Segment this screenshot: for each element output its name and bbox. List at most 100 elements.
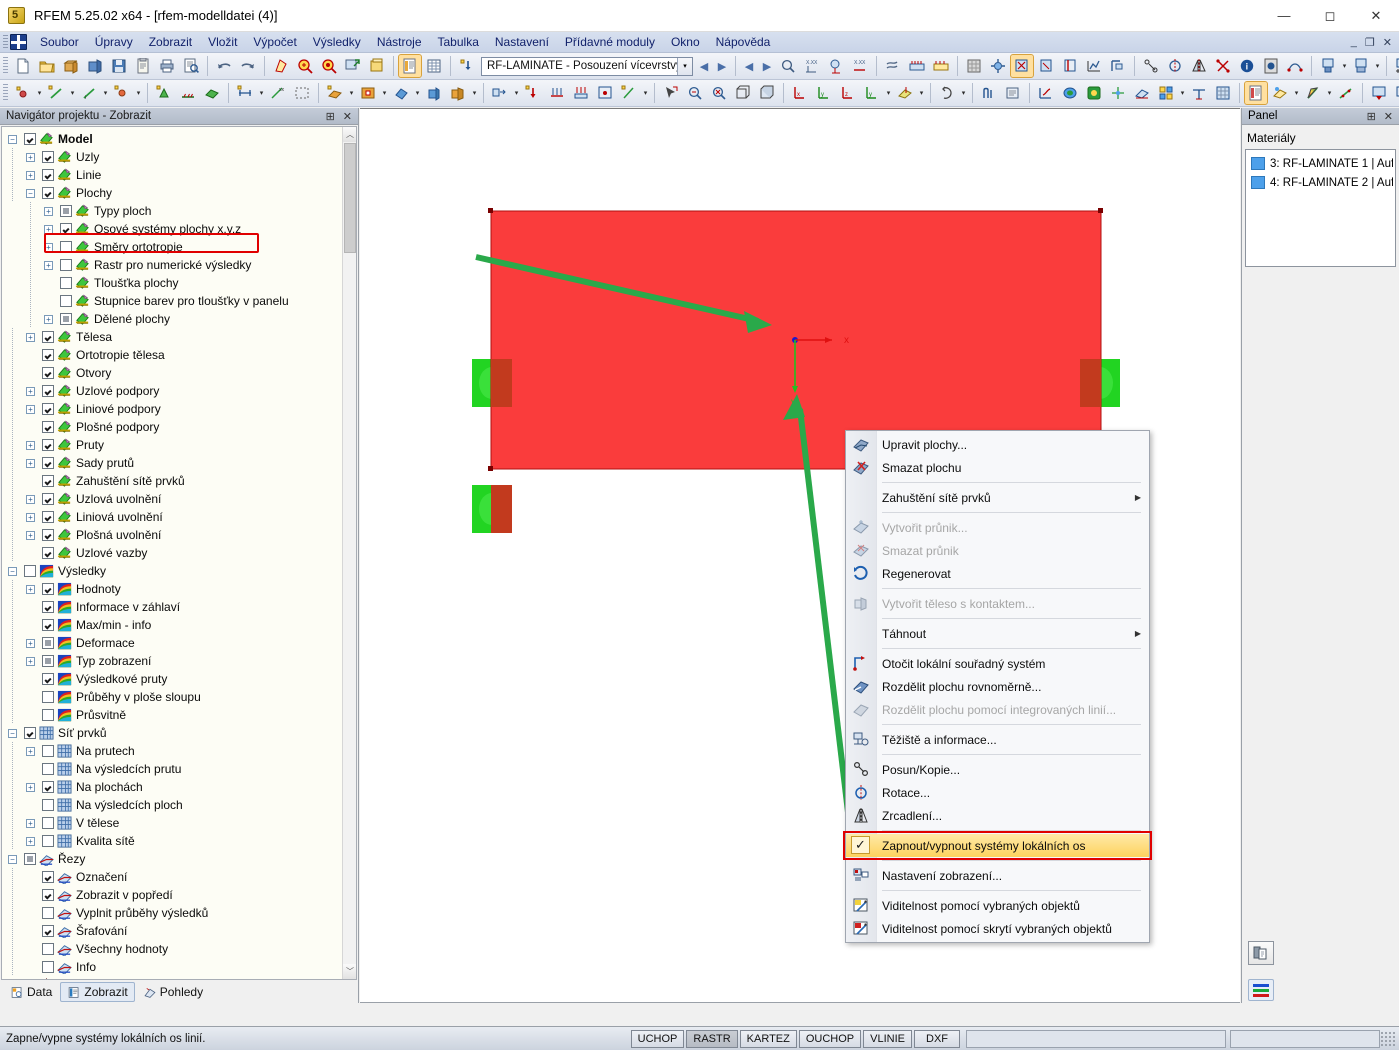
chevron-down-icon[interactable]: ▾: [1178, 84, 1187, 102]
context-menu-item-zahu-t-n-s-t-prvk[interactable]: Zahuštění sítě prvků ▶: [846, 486, 1149, 509]
tree-checkbox[interactable]: [42, 871, 54, 883]
panel-copy-button[interactable]: [1248, 941, 1274, 965]
tree-item-sm-ry-ortotropie[interactable]: + Směry ortotropie: [2, 238, 342, 256]
tree-item-hodnoty[interactable]: + Hodnoty: [2, 580, 342, 598]
tree-expander-expand[interactable]: +: [26, 818, 35, 828]
tree-item-s-prvk[interactable]: − Síť prvků: [2, 724, 342, 742]
context-menu-item-oto-it-lok-ln-sou-adn-syst-m[interactable]: Otočit lokální souřadný systém: [846, 652, 1149, 675]
view-forward-button[interactable]: ▶: [758, 56, 776, 76]
chevron-down-icon[interactable]: ▾: [380, 84, 389, 102]
tree-expander-expand[interactable]: +: [26, 458, 35, 468]
tree-item-v-echny-hodnoty[interactable]: Všechny hodnoty: [2, 940, 342, 958]
tree-item-liniov-podpory[interactable]: + Liniové podpory: [2, 400, 342, 418]
mdi-minimize-button[interactable]: _: [1348, 36, 1360, 49]
tree-item-plochy[interactable]: − Plochy: [2, 184, 342, 202]
minimize-button[interactable]: —: [1261, 0, 1307, 32]
tree-checkbox[interactable]: [42, 889, 54, 901]
connect-lines-icon[interactable]: [1284, 55, 1306, 77]
tree-item-vyplnit-pr-b-hy-v-sledk[interactable]: Vyplnit průběhy výsledků: [2, 904, 342, 922]
menu-soubor[interactable]: Soubor: [32, 33, 87, 51]
save-all-button[interactable]: [132, 55, 154, 77]
tree-checkbox[interactable]: [42, 187, 54, 199]
wireframe-icon[interactable]: [732, 82, 754, 104]
result-value-icon[interactable]: [1188, 82, 1210, 104]
open-recent-button[interactable]: [84, 55, 106, 77]
zoom-all-button[interactable]: [318, 55, 340, 77]
tree-checkbox[interactable]: [24, 133, 36, 145]
tree-expander-expand[interactable]: +: [26, 584, 35, 594]
context-menu-item-nastaven-zobrazen[interactable]: Nastavení zobrazení...: [846, 864, 1149, 887]
status-indicator-rastr[interactable]: RASTR: [686, 1029, 738, 1048]
new-opening-icon[interactable]: [357, 82, 379, 104]
new-thickness-icon[interactable]: [390, 82, 412, 104]
new-support-icon[interactable]: [111, 82, 133, 104]
result-diagram-line-icon[interactable]: [1335, 82, 1357, 104]
new-solid-icon[interactable]: [423, 82, 445, 104]
tree-item-osov-syst-my-plochy-x-y-z[interactable]: + Osové systémy plochy x,y,z: [2, 220, 342, 238]
tree-expander-collapse[interactable]: −: [8, 134, 17, 144]
chevron-down-icon[interactable]: ▾: [347, 84, 356, 102]
tree-item-v-sledky[interactable]: − Výsledky: [2, 562, 342, 580]
status-indicator-vlinie[interactable]: VLINIE: [863, 1029, 912, 1048]
menu-upravy[interactable]: Úpravy: [87, 33, 141, 51]
tree-checkbox[interactable]: [60, 295, 72, 307]
dimension-icon[interactable]: X.XX: [801, 55, 823, 77]
zoom-window-button[interactable]: [342, 55, 364, 77]
measure-icon[interactable]: [777, 55, 799, 77]
tree-expander-expand[interactable]: +: [26, 782, 35, 792]
load-cases-icon[interactable]: [906, 55, 928, 77]
tree-item-na-ploch-ch[interactable]: + Na plochách: [2, 778, 342, 796]
tree-checkbox[interactable]: [42, 457, 54, 469]
new-member-icon[interactable]: I: [78, 82, 100, 104]
tab-data[interactable]: Data: [4, 983, 58, 1001]
select-objects-icon[interactable]: [660, 82, 682, 104]
tree-checkbox[interactable]: [42, 763, 54, 775]
undo-button[interactable]: [213, 55, 235, 77]
render-settings-icon[interactable]: [1269, 82, 1291, 104]
tree-checkbox[interactable]: [42, 385, 54, 397]
tree-item-plo-n-podpory[interactable]: Plošné podpory: [2, 418, 342, 436]
context-menu-item-zapnout-vypnout-syst-my-lok-ln-ch-os[interactable]: ✓ Zapnout/vypnout systémy lokálních os: [843, 831, 1152, 860]
show-contours-icon[interactable]: [1059, 82, 1081, 104]
new-surface-support-icon[interactable]: [201, 82, 223, 104]
tree-checkbox[interactable]: [60, 259, 72, 271]
pan-view-button[interactable]: [366, 55, 388, 77]
chevron-down-icon[interactable]: ▾: [1340, 57, 1349, 75]
tree-expander-expand[interactable]: +: [26, 440, 35, 450]
tree-expander-expand[interactable]: +: [26, 512, 35, 522]
view-zoom-section-icon[interactable]: [1392, 55, 1399, 77]
tree-item-uzlov-podpory[interactable]: + Uzlové podpory: [2, 382, 342, 400]
tree-checkbox[interactable]: [42, 403, 54, 415]
tree-item-zahu-t-n-s-t-prvk[interactable]: Zahuštění sítě prvků: [2, 472, 342, 490]
toolbar-grip-handle[interactable]: [3, 84, 8, 102]
tree-expander-expand[interactable]: +: [26, 332, 35, 342]
tree-item-sady-prut[interactable]: + Sady prutů: [2, 454, 342, 472]
menu-zobrazit[interactable]: Zobrazit: [141, 33, 200, 51]
tree-item-na-v-sledc-ch-prutu[interactable]: Na výsledcích prutu: [2, 760, 342, 778]
context-menu-item-t-i-t-a-informace[interactable]: Těžiště a informace...: [846, 728, 1149, 751]
tree-item-ezy[interactable]: − Řezy: [2, 850, 342, 868]
result-values-icon[interactable]: [1107, 55, 1129, 77]
show-input-table-button[interactable]: [398, 54, 422, 78]
tree-item-informace-v-z-hlav[interactable]: Informace v záhlaví: [2, 598, 342, 616]
tree-item-t-lesa[interactable]: + Tělesa: [2, 328, 342, 346]
tree-checkbox[interactable]: [42, 421, 54, 433]
resize-grip[interactable]: [1380, 1030, 1396, 1047]
context-menu-item-rozd-lit-plochu-rovnom-rn[interactable]: Rozdělit plochu rovnoměrně...: [846, 675, 1149, 698]
render-model-button[interactable]: [270, 55, 292, 77]
rf-module-2-icon[interactable]: [1392, 82, 1399, 104]
tree-checkbox[interactable]: [42, 799, 54, 811]
wind-load-icon[interactable]: [882, 55, 904, 77]
chevron-down-icon[interactable]: ▾: [1292, 84, 1301, 102]
print-report-icon[interactable]: [1002, 82, 1024, 104]
tree-checkbox[interactable]: [42, 583, 54, 595]
tree-checkbox[interactable]: [42, 601, 54, 613]
view-point-icon[interactable]: [825, 55, 847, 77]
tree-item-typy-ploch[interactable]: + Typy ploch: [2, 202, 342, 220]
scroll-down-button[interactable]: ﹀: [343, 964, 356, 979]
tree-checkbox[interactable]: [42, 331, 54, 343]
chevron-down-icon[interactable]: ▾: [134, 84, 143, 102]
show-isosurface-icon[interactable]: [1083, 82, 1105, 104]
tree-item-deformace[interactable]: + Deformace: [2, 634, 342, 652]
move-copy-icon[interactable]: [1140, 55, 1162, 77]
